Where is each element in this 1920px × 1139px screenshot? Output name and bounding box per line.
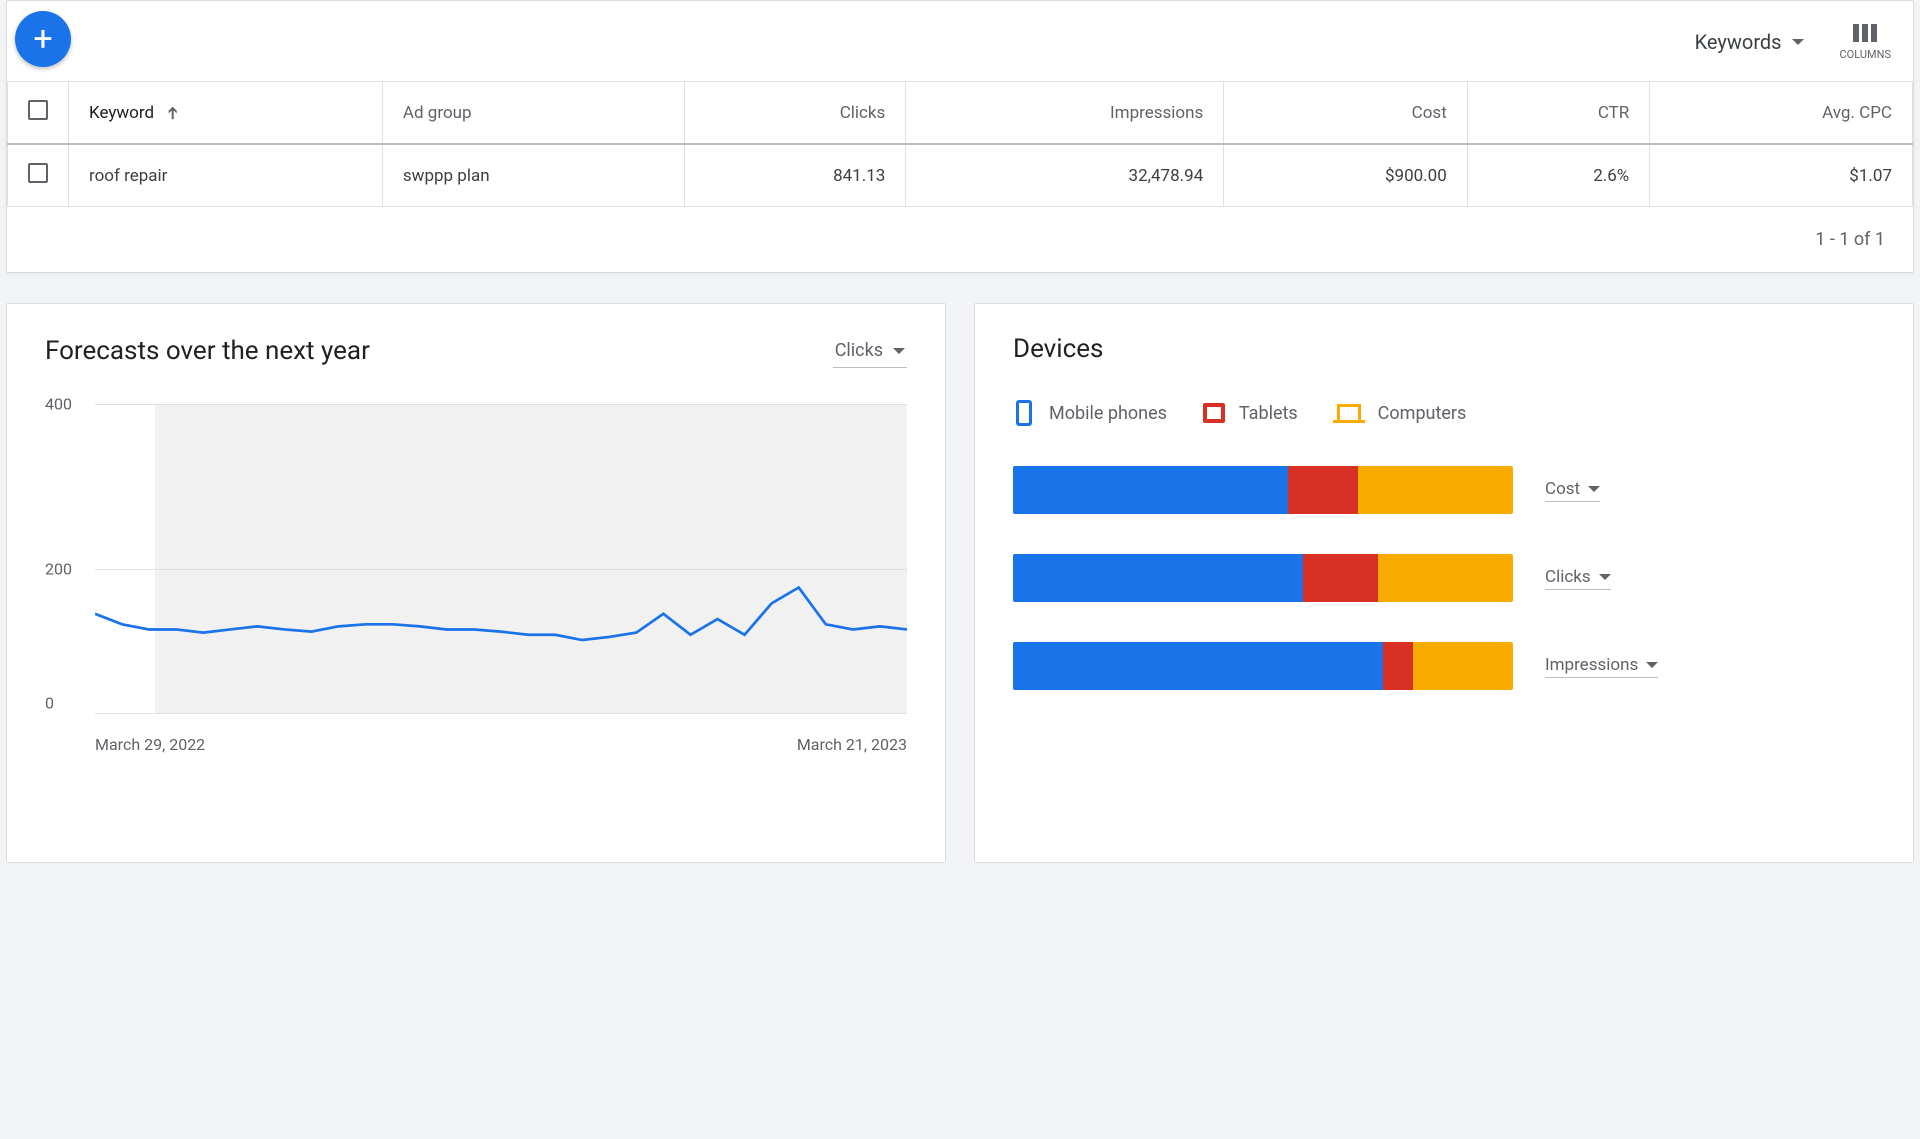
col-avg-cpc[interactable]: Avg. CPC bbox=[1650, 82, 1913, 145]
segment-label: Keywords bbox=[1695, 30, 1782, 54]
keywords-table: Keyword ➔ Ad group Clicks Impressions Co… bbox=[7, 81, 1913, 207]
segment-tablet bbox=[1303, 554, 1378, 602]
device-metric-dropdown[interactable]: Clicks bbox=[1545, 567, 1611, 590]
device-metric-label: Clicks bbox=[1545, 567, 1591, 587]
devices-panel: Devices Mobile phones Tablets Computers … bbox=[974, 303, 1914, 863]
chevron-down-icon bbox=[1599, 574, 1611, 580]
pagination: 1 - 1 of 1 bbox=[7, 207, 1913, 272]
select-all-checkbox[interactable] bbox=[28, 100, 48, 120]
segment-dropdown[interactable]: Keywords bbox=[1695, 30, 1804, 54]
col-keyword-label: Keyword bbox=[89, 103, 154, 123]
devices-header: Devices bbox=[1013, 334, 1875, 364]
legend-mobile: Mobile phones bbox=[1013, 400, 1167, 426]
device-bar-row: Cost bbox=[1013, 466, 1875, 514]
legend-mobile-label: Mobile phones bbox=[1049, 403, 1167, 424]
sort-asc-icon: ➔ bbox=[163, 105, 183, 119]
segment-desktop bbox=[1358, 466, 1513, 514]
xlabel-end: March 21, 2023 bbox=[797, 735, 907, 754]
segment-mobile bbox=[1013, 642, 1383, 690]
cell-cost: $900.00 bbox=[1224, 144, 1468, 207]
col-impressions[interactable]: Impressions bbox=[906, 82, 1224, 145]
ytick: 0 bbox=[45, 694, 54, 713]
add-keyword-button[interactable]: + bbox=[15, 11, 71, 67]
table-row[interactable]: roof repair swppp plan 841.13 32,478.94 … bbox=[8, 144, 1913, 207]
device-bar bbox=[1013, 554, 1513, 602]
table-toolbar: + Keywords COLUMNS bbox=[7, 1, 1913, 81]
ytick: 200 bbox=[45, 560, 72, 579]
panels-row: Forecasts over the next year Clicks 400 … bbox=[0, 303, 1920, 863]
legend-tablet: Tablets bbox=[1203, 400, 1298, 426]
device-bar bbox=[1013, 642, 1513, 690]
columns-button[interactable]: COLUMNS bbox=[1840, 24, 1891, 61]
row-checkbox[interactable] bbox=[28, 163, 48, 183]
columns-label: COLUMNS bbox=[1840, 48, 1891, 61]
segment-tablet bbox=[1288, 466, 1358, 514]
segment-tablet bbox=[1383, 642, 1413, 690]
devices-legend: Mobile phones Tablets Computers bbox=[1013, 400, 1875, 426]
device-bar-row: Clicks bbox=[1013, 554, 1875, 602]
col-keyword[interactable]: Keyword ➔ bbox=[69, 82, 383, 145]
forecast-metric-dropdown[interactable]: Clicks bbox=[833, 334, 907, 368]
forecast-title: Forecasts over the next year bbox=[45, 336, 370, 366]
columns-icon bbox=[1853, 24, 1877, 42]
device-bars: Cost Clicks Impressions bbox=[1013, 466, 1875, 690]
chevron-down-icon bbox=[1792, 39, 1804, 45]
device-metric-dropdown[interactable]: Impressions bbox=[1545, 655, 1658, 678]
forecast-chart: 400 200 0 March 29, 2022 March 21, 2023 bbox=[45, 404, 907, 734]
legend-desktop: Computers bbox=[1334, 400, 1467, 426]
device-metric-label: Impressions bbox=[1545, 655, 1638, 675]
col-clicks[interactable]: Clicks bbox=[685, 82, 906, 145]
segment-mobile bbox=[1013, 466, 1288, 514]
phone-icon bbox=[1013, 400, 1035, 426]
cell-avg-cpc: $1.07 bbox=[1650, 144, 1913, 207]
device-metric-dropdown[interactable]: Cost bbox=[1545, 479, 1600, 502]
xlabel-start: March 29, 2022 bbox=[95, 735, 205, 754]
forecast-header: Forecasts over the next year Clicks bbox=[45, 334, 907, 368]
cell-clicks: 841.13 bbox=[685, 144, 906, 207]
cell-keyword: roof repair bbox=[69, 144, 383, 207]
table-header-row: Keyword ➔ Ad group Clicks Impressions Co… bbox=[8, 82, 1913, 145]
chart-xlabels: March 29, 2022 March 21, 2023 bbox=[95, 735, 907, 754]
laptop-icon bbox=[1334, 400, 1364, 426]
page-root: + Keywords COLUMNS Keyword ➔ bbox=[0, 0, 1920, 863]
chevron-down-icon bbox=[1588, 486, 1600, 492]
forecast-metric-label: Clicks bbox=[835, 340, 883, 361]
tablet-icon bbox=[1203, 400, 1225, 426]
row-select-cell bbox=[8, 144, 69, 207]
segment-mobile bbox=[1013, 554, 1303, 602]
segment-desktop bbox=[1378, 554, 1513, 602]
cell-ad-group: swppp plan bbox=[382, 144, 685, 207]
select-all-cell bbox=[8, 82, 69, 145]
forecast-line bbox=[95, 404, 907, 824]
chevron-down-icon bbox=[1646, 662, 1658, 668]
legend-tablet-label: Tablets bbox=[1239, 403, 1298, 424]
cell-ctr: 2.6% bbox=[1467, 144, 1649, 207]
col-cost[interactable]: Cost bbox=[1224, 82, 1468, 145]
col-ad-group[interactable]: Ad group bbox=[382, 82, 685, 145]
device-bar-row: Impressions bbox=[1013, 642, 1875, 690]
keywords-table-card: + Keywords COLUMNS Keyword ➔ bbox=[6, 0, 1914, 273]
device-bar bbox=[1013, 466, 1513, 514]
devices-title: Devices bbox=[1013, 334, 1103, 364]
chevron-down-icon bbox=[893, 348, 905, 354]
cell-impressions: 32,478.94 bbox=[906, 144, 1224, 207]
segment-desktop bbox=[1413, 642, 1513, 690]
legend-desktop-label: Computers bbox=[1378, 403, 1467, 424]
forecast-panel: Forecasts over the next year Clicks 400 … bbox=[6, 303, 946, 863]
col-ctr[interactable]: CTR bbox=[1467, 82, 1649, 145]
device-metric-label: Cost bbox=[1545, 479, 1580, 499]
ytick: 400 bbox=[45, 395, 72, 414]
